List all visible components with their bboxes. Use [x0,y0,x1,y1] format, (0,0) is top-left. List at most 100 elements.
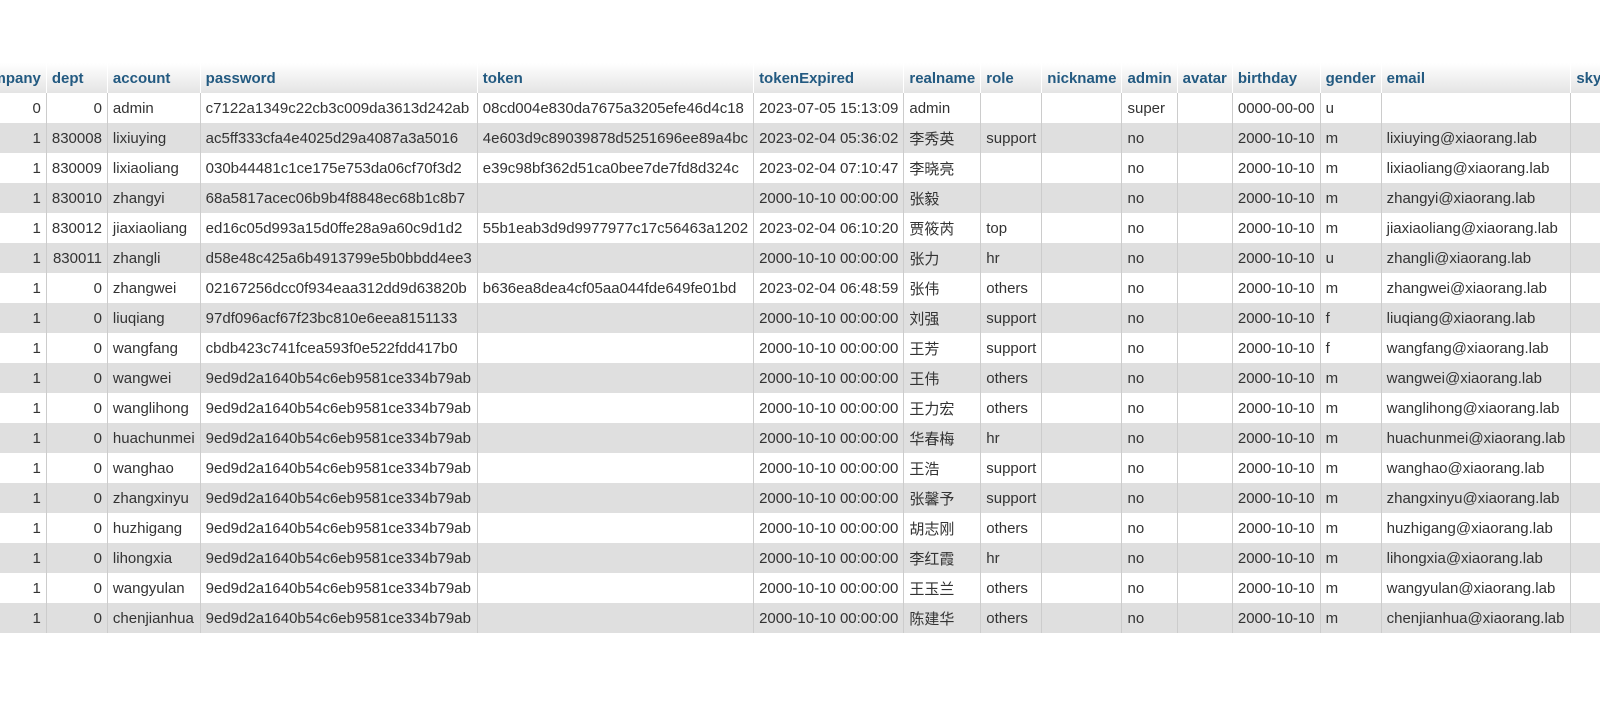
cell-admin[interactable]: no [1121,363,1178,393]
cell-token[interactable] [477,573,755,603]
table-row[interactable]: 1 830012 jiaxiaoliang ed16c05d993a15d0ffe28… [0,213,1600,243]
cell-dept[interactable]: 0 [46,483,108,513]
cell-nickname[interactable] [1041,93,1123,123]
cell-account[interactable]: chenjianhua [107,603,201,633]
cell-email[interactable]: liuqiang@xiaorang.lab [1381,303,1572,333]
cell-account[interactable]: zhangyi [107,183,201,213]
cell-token[interactable] [477,453,755,483]
cell-realname[interactable]: 陈建华 [903,603,982,633]
column-header-dept[interactable]: dept [46,63,108,93]
cell-realname[interactable]: 张力 [903,243,982,273]
cell-nickname[interactable] [1041,123,1123,153]
cell-password[interactable]: ed16c05d993a15d0ffe28a9a60c9d1d2 [200,213,478,243]
cell-company[interactable]: 1 [0,603,47,633]
cell-token[interactable] [477,423,755,453]
cell-birthday[interactable]: 2000-10-10 [1232,453,1321,483]
cell-birthday[interactable]: 2000-10-10 [1232,573,1321,603]
cell-company[interactable]: 1 [0,363,47,393]
cell-company[interactable]: 1 [0,573,47,603]
cell-role[interactable]: hr [980,423,1043,453]
cell-skype[interactable] [1570,603,1600,633]
cell-realname[interactable]: 王浩 [903,453,982,483]
cell-realname[interactable]: 胡志刚 [903,513,982,543]
table-row[interactable]: 1 0 huzhigang 9ed9d2a1640b54c6eb9581ce334b7… [0,513,1600,543]
cell-avatar[interactable] [1177,303,1233,333]
cell-tokenexpired[interactable]: 2000-10-10 00:00:00 [753,333,905,363]
cell-role[interactable]: top [980,213,1043,243]
cell-avatar[interactable] [1177,363,1233,393]
cell-avatar[interactable] [1177,393,1233,423]
cell-dept[interactable]: 830008 [46,123,108,153]
cell-password[interactable]: 9ed9d2a1640b54c6eb9581ce334b79ab [200,573,478,603]
cell-gender[interactable]: m [1320,483,1382,513]
cell-company[interactable]: 1 [0,303,47,333]
cell-password[interactable]: 9ed9d2a1640b54c6eb9581ce334b79ab [200,453,478,483]
cell-realname[interactable]: 李红霞 [903,543,982,573]
table-row[interactable]: 1 0 wanglihong 9ed9d2a1640b54c6eb9581ce334b… [0,393,1600,423]
cell-email[interactable]: lixiaoliang@xiaorang.lab [1381,153,1572,183]
cell-password[interactable]: 9ed9d2a1640b54c6eb9581ce334b79ab [200,363,478,393]
cell-email[interactable]: zhangwei@xiaorang.lab [1381,273,1572,303]
table-row[interactable]: 1 0 huachunmei 9ed9d2a1640b54c6eb9581ce334b… [0,423,1600,453]
cell-avatar[interactable] [1177,543,1233,573]
table-row[interactable]: 1 0 wangwei 9ed9d2a1640b54c6eb9581ce334b79a… [0,363,1600,393]
column-header-skype[interactable]: skype [1570,63,1600,93]
cell-tokenexpired[interactable]: 2000-10-10 00:00:00 [753,303,905,333]
cell-realname[interactable]: 王伟 [903,363,982,393]
cell-dept[interactable]: 830010 [46,183,108,213]
cell-company[interactable]: 1 [0,153,47,183]
cell-admin[interactable]: no [1121,213,1178,243]
cell-gender[interactable]: m [1320,393,1382,423]
cell-dept[interactable]: 0 [46,543,108,573]
cell-realname[interactable]: 王芳 [903,333,982,363]
cell-token[interactable] [477,303,755,333]
cell-company[interactable]: 1 [0,213,47,243]
cell-account[interactable]: wangwei [107,363,201,393]
cell-email[interactable]: wangwei@xiaorang.lab [1381,363,1572,393]
cell-password[interactable]: cbdb423c741fcea593f0e522fdd417b0 [200,333,478,363]
cell-role[interactable]: hr [980,243,1043,273]
cell-skype[interactable] [1570,363,1600,393]
cell-account[interactable]: wangyulan [107,573,201,603]
cell-avatar[interactable] [1177,153,1233,183]
cell-skype[interactable] [1570,543,1600,573]
cell-dept[interactable]: 830012 [46,213,108,243]
cell-email[interactable]: lixiuying@xiaorang.lab [1381,123,1572,153]
table-row[interactable]: 1 0 wanghao 9ed9d2a1640b54c6eb9581ce334b79a… [0,453,1600,483]
cell-gender[interactable]: m [1320,423,1382,453]
cell-dept[interactable]: 0 [46,603,108,633]
cell-birthday[interactable]: 2000-10-10 [1232,303,1321,333]
cell-email[interactable]: huzhigang@xiaorang.lab [1381,513,1572,543]
cell-skype[interactable] [1570,513,1600,543]
cell-password[interactable]: d58e48c425a6b4913799e5b0bbdd4ee3 [200,243,478,273]
table-row[interactable]: 1 0 lihongxia 9ed9d2a1640b54c6eb9581ce334b7… [0,543,1600,573]
cell-admin[interactable]: no [1121,513,1178,543]
cell-role[interactable]: others [980,273,1043,303]
cell-tokenexpired[interactable]: 2023-02-04 07:10:47 [753,153,905,183]
cell-avatar[interactable] [1177,93,1233,123]
cell-account[interactable]: huachunmei [107,423,201,453]
table-row[interactable]: 1 830008 lixiuying ac5ff333cfa4e4025d29a408… [0,123,1600,153]
cell-avatar[interactable] [1177,243,1233,273]
cell-company[interactable]: 1 [0,543,47,573]
cell-password[interactable]: 68a5817acec06b9b4f8848ec68b1c8b7 [200,183,478,213]
cell-tokenexpired[interactable]: 2000-10-10 00:00:00 [753,423,905,453]
cell-gender[interactable]: f [1320,303,1382,333]
cell-email[interactable]: zhangxinyu@xiaorang.lab [1381,483,1572,513]
cell-tokenexpired[interactable]: 2000-10-10 00:00:00 [753,363,905,393]
cell-nickname[interactable] [1041,303,1123,333]
cell-gender[interactable]: m [1320,153,1382,183]
cell-nickname[interactable] [1041,573,1123,603]
cell-email[interactable]: wangfang@xiaorang.lab [1381,333,1572,363]
cell-tokenexpired[interactable]: 2000-10-10 00:00:00 [753,483,905,513]
column-header-token[interactable]: token [477,63,755,93]
cell-avatar[interactable] [1177,333,1233,363]
cell-account[interactable]: lixiuying [107,123,201,153]
cell-skype[interactable] [1570,93,1600,123]
cell-admin[interactable]: no [1121,603,1178,633]
cell-token[interactable] [477,483,755,513]
cell-admin[interactable]: no [1121,453,1178,483]
cell-account[interactable]: liuqiang [107,303,201,333]
cell-admin[interactable]: no [1121,573,1178,603]
cell-gender[interactable]: m [1320,213,1382,243]
